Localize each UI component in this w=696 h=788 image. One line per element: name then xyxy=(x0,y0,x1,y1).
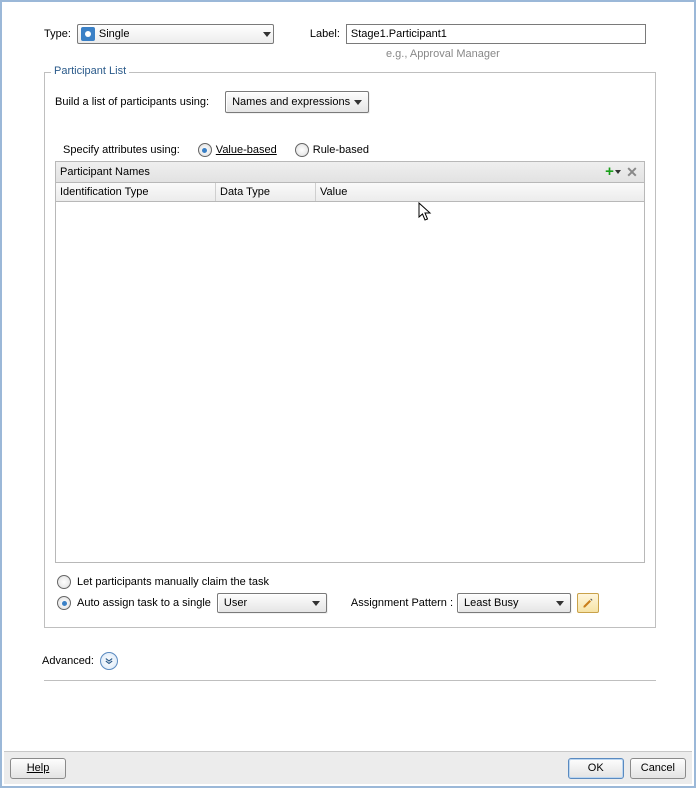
delete-participant-button[interactable]: ✕ xyxy=(624,164,640,180)
help-button-label: Help xyxy=(27,762,50,774)
rule-based-radio[interactable]: Rule-based xyxy=(295,143,369,157)
build-list-dropdown[interactable]: Names and expressions xyxy=(225,91,369,113)
ok-button[interactable]: OK xyxy=(568,758,624,779)
value-based-radio[interactable]: Value-based xyxy=(198,143,277,157)
col-data-type[interactable]: Data Type xyxy=(216,183,316,201)
assignment-pattern-value: Least Busy xyxy=(464,597,552,609)
pencil-icon xyxy=(582,597,594,609)
participant-names-title: Participant Names xyxy=(60,166,602,178)
plus-icon: + xyxy=(605,166,614,178)
separator xyxy=(44,680,656,681)
specify-attributes-row: Specify attributes using: Value-based Ru… xyxy=(63,143,645,157)
participant-names-table-body[interactable] xyxy=(55,202,645,563)
table-column-headers: Identification Type Data Type Value xyxy=(55,183,645,202)
label-input[interactable] xyxy=(346,24,646,44)
advanced-toggle-button[interactable] xyxy=(100,652,118,670)
double-chevron-down-icon xyxy=(105,657,113,665)
chevron-down-icon xyxy=(312,601,320,606)
auto-assign-target-dropdown[interactable]: User xyxy=(217,593,327,613)
type-value: Single xyxy=(99,28,259,40)
cancel-button-label: Cancel xyxy=(641,762,675,774)
content-inner: Type: Single Label: e.g., Approval Manag… xyxy=(4,4,684,691)
build-list-value: Names and expressions xyxy=(232,96,350,108)
auto-assign-row: Auto assign task to a single User Assign… xyxy=(57,593,645,613)
dialog-button-bar: Help OK Cancel xyxy=(4,751,692,784)
type-combobox[interactable]: Single xyxy=(77,24,274,44)
build-list-label: Build a list of participants using: xyxy=(55,96,209,108)
chevron-down-icon xyxy=(556,601,564,606)
label-label: Label: xyxy=(310,28,340,40)
auto-assign-target-value: User xyxy=(224,597,308,609)
edit-pattern-button[interactable] xyxy=(577,593,599,613)
manual-claim-row: Let participants manually claim the task xyxy=(57,575,645,589)
label-hint-text: e.g., Approval Manager xyxy=(386,48,656,60)
chevron-down-icon xyxy=(615,170,621,174)
ok-button-label: OK xyxy=(588,762,604,774)
participant-list-group: Participant List Build a list of partici… xyxy=(44,72,656,628)
auto-assign-radio[interactable] xyxy=(57,596,71,610)
chevron-down-icon xyxy=(263,32,271,37)
advanced-row: Advanced: xyxy=(42,652,656,670)
specify-attributes-label: Specify attributes using: xyxy=(63,144,180,156)
help-button[interactable]: Help xyxy=(10,758,66,779)
participant-icon xyxy=(81,27,95,41)
dialog-window: Type: Single Label: e.g., Approval Manag… xyxy=(0,0,696,788)
type-label-row: Type: Single Label: xyxy=(44,24,656,44)
advanced-label: Advanced: xyxy=(42,655,94,667)
build-list-row: Build a list of participants using: Name… xyxy=(55,91,645,113)
value-based-label: Value-based xyxy=(216,144,277,156)
radio-icon xyxy=(198,143,212,157)
rule-based-label: Rule-based xyxy=(313,144,369,156)
participant-list-legend: Participant List xyxy=(51,65,129,77)
col-value[interactable]: Value xyxy=(316,183,644,201)
col-identification-type[interactable]: Identification Type xyxy=(56,183,216,201)
manual-claim-radio[interactable] xyxy=(57,575,71,589)
add-participant-button[interactable]: + xyxy=(605,164,621,180)
participant-names-header: Participant Names + ✕ xyxy=(55,161,645,183)
content-scroll-pane[interactable]: Type: Single Label: e.g., Approval Manag… xyxy=(4,4,692,750)
auto-assign-label: Auto assign task to a single xyxy=(77,597,211,609)
type-label: Type: xyxy=(44,28,71,40)
cancel-button[interactable]: Cancel xyxy=(630,758,686,779)
close-icon: ✕ xyxy=(626,164,638,181)
assignment-pattern-dropdown[interactable]: Least Busy xyxy=(457,593,571,613)
chevron-down-icon xyxy=(354,100,362,105)
manual-claim-label: Let participants manually claim the task xyxy=(77,576,269,588)
assignment-pattern-label: Assignment Pattern : xyxy=(351,597,453,609)
radio-icon xyxy=(295,143,309,157)
